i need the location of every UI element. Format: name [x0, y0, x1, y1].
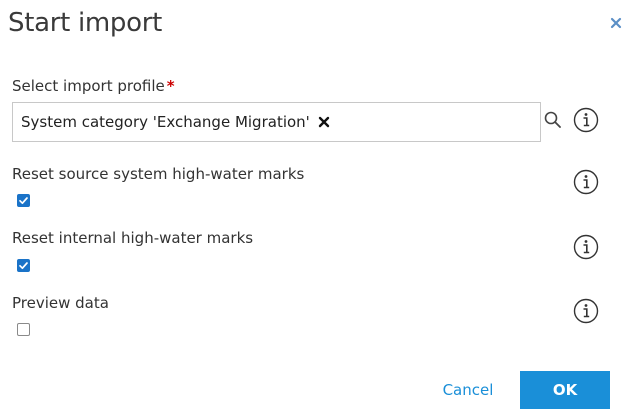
ok-button[interactable]: OK — [520, 371, 610, 409]
info-icon[interactable] — [573, 107, 599, 133]
dialog-title: Start import — [8, 8, 163, 38]
selected-profile-value: System category 'Exchange Migration' — [21, 113, 310, 131]
import-profile-field[interactable]: System category 'Exchange Migration' — [12, 102, 541, 142]
start-import-dialog: Start import Select import profile * Syst… — [0, 0, 628, 413]
reset-source-hwm-label: Reset source system high-water marks — [12, 165, 305, 183]
close-icon[interactable] — [609, 16, 623, 30]
preview-data-label: Preview data — [12, 294, 109, 312]
remove-selection-icon[interactable] — [318, 116, 330, 128]
reset-internal-hwm-label: Reset internal high-water marks — [12, 229, 254, 247]
selected-profile-chip: System category 'Exchange Migration' — [21, 113, 330, 131]
reset-internal-hwm-checkbox[interactable] — [17, 259, 30, 272]
info-icon[interactable] — [573, 234, 599, 260]
cancel-button[interactable]: Cancel — [430, 372, 506, 408]
info-icon[interactable] — [573, 298, 599, 324]
search-icon[interactable] — [543, 110, 563, 130]
import-profile-label-text: Select import profile — [12, 77, 165, 95]
import-profile-label: Select import profile * — [12, 77, 175, 95]
reset-source-hwm-checkbox[interactable] — [17, 194, 30, 207]
required-marker: * — [166, 77, 175, 95]
preview-data-checkbox[interactable] — [17, 323, 30, 336]
info-icon[interactable] — [573, 169, 599, 195]
